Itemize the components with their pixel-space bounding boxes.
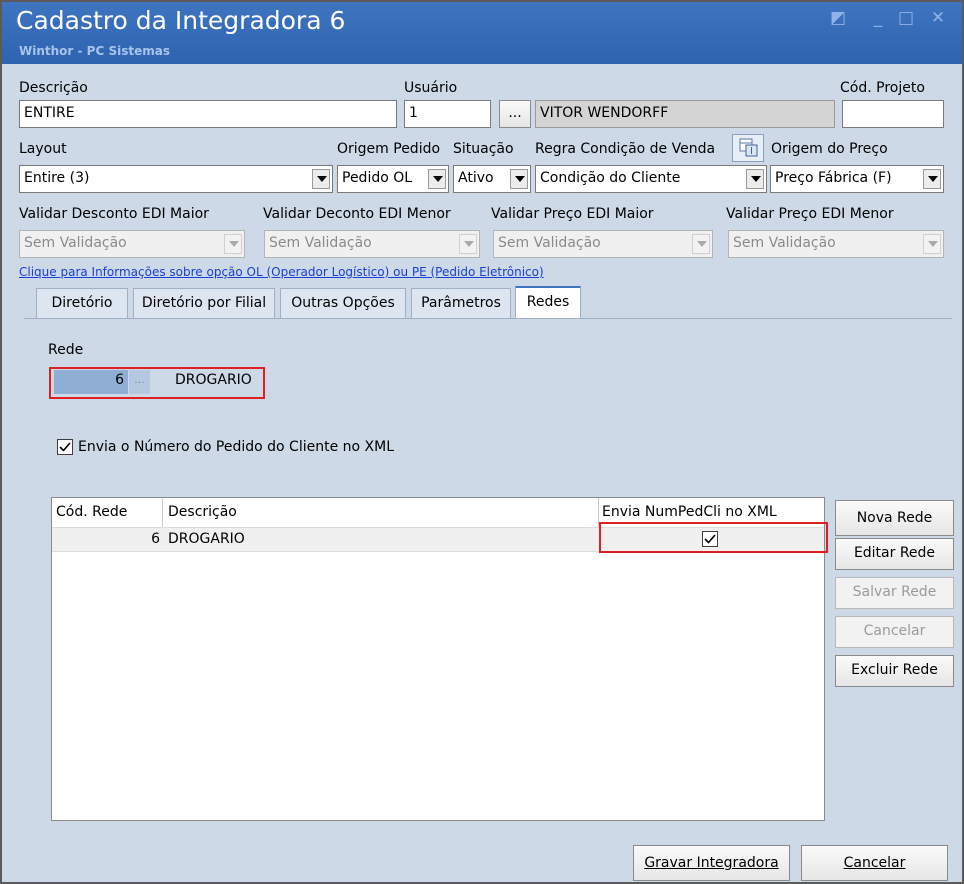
checkmark-icon bbox=[59, 442, 71, 452]
cancelar-button[interactable]: Cancelar bbox=[801, 845, 948, 881]
regra-condicao-select[interactable]: Condição do Cliente bbox=[535, 165, 767, 193]
cancelar-rede-button[interactable]: Cancelar bbox=[835, 616, 954, 648]
grid-cell-cod: 6 bbox=[151, 531, 160, 547]
chevron-down-icon[interactable] bbox=[312, 169, 330, 189]
tab-divider bbox=[24, 318, 952, 319]
chevron-down-icon[interactable] bbox=[428, 169, 446, 189]
origem-pedido-label: Origem Pedido bbox=[337, 141, 441, 157]
validar-deconto-menor-value: Sem Validação bbox=[269, 235, 372, 251]
validar-preco-menor-label: Validar Preço EDI Menor bbox=[726, 206, 894, 222]
envia-numero-checkbox[interactable] bbox=[57, 439, 73, 455]
validar-desconto-maior-value: Sem Validação bbox=[24, 235, 127, 251]
grid-cell-envia-checkbox[interactable] bbox=[702, 531, 718, 547]
layout-value: Entire (3) bbox=[24, 170, 90, 186]
nova-rede-button[interactable]: Nova Rede bbox=[835, 500, 954, 536]
descricao-label: Descrição bbox=[19, 80, 88, 96]
chevron-down-icon[interactable] bbox=[510, 169, 528, 189]
origem-preco-select[interactable]: Preço Fábrica (F) bbox=[770, 165, 944, 193]
excluir-rede-button[interactable]: Excluir Rede bbox=[835, 655, 954, 687]
regra-condicao-value: Condição do Cliente bbox=[540, 170, 681, 186]
validar-preco-maior-select: Sem Validação bbox=[493, 230, 713, 258]
origem-pedido-value: Pedido OL bbox=[342, 170, 413, 186]
tab-diretorio-por-filial[interactable]: Diretório por Filial bbox=[133, 288, 275, 318]
chevron-down-icon[interactable] bbox=[923, 169, 941, 189]
layout-select[interactable]: Entire (3) bbox=[19, 165, 333, 193]
validar-desconto-maior-select: Sem Validação bbox=[19, 230, 245, 258]
rede-code-field[interactable]: 6 bbox=[54, 370, 128, 394]
chevron-down-icon bbox=[923, 234, 941, 254]
descricao-input[interactable]: ENTIRE bbox=[19, 100, 397, 128]
window-subtitle: Winthor - PC Sistemas bbox=[19, 44, 170, 58]
validar-preco-maior-value: Sem Validação bbox=[498, 235, 601, 251]
usuario-lookup-button[interactable]: ... bbox=[499, 100, 531, 128]
tab-outras-opcoes[interactable]: Outras Opções bbox=[280, 288, 406, 318]
validar-preco-menor-select: Sem Validação bbox=[728, 230, 944, 258]
situacao-label: Situação bbox=[453, 141, 514, 157]
salvar-rede-button[interactable]: Salvar Rede bbox=[835, 577, 954, 609]
chevron-down-icon bbox=[224, 234, 242, 254]
close-icon[interactable]: ✕ bbox=[926, 8, 950, 30]
origem-preco-label: Origem do Preço bbox=[771, 141, 888, 157]
usuario-name-field: VITOR WENDORFF bbox=[535, 100, 835, 128]
rede-label: Rede bbox=[48, 342, 84, 358]
tab-diretorio[interactable]: Diretório bbox=[36, 288, 128, 318]
validar-preco-menor-value: Sem Validação bbox=[733, 235, 836, 251]
grid-header-envia[interactable]: Envia NumPedCli no XML bbox=[602, 504, 777, 520]
checkmark-icon bbox=[704, 534, 716, 544]
situacao-select[interactable]: Ativo bbox=[453, 165, 531, 193]
chevron-down-icon[interactable] bbox=[746, 169, 764, 189]
table-settings-icon bbox=[739, 138, 758, 157]
chevron-down-icon bbox=[459, 234, 477, 254]
window-title: Cadastro da Integradora 6 bbox=[16, 6, 346, 35]
regra-config-button[interactable] bbox=[732, 134, 764, 162]
grid-header-cod-rede[interactable]: Cód. Rede bbox=[56, 504, 127, 520]
envia-numero-label: Envia o Número do Pedido do Cliente no X… bbox=[78, 439, 394, 455]
validar-deconto-menor-label: Validar Deconto EDI Menor bbox=[263, 206, 451, 222]
gravar-integradora-button[interactable]: Gravar Integradora bbox=[633, 845, 790, 881]
tab-parametros[interactable]: Parâmetros bbox=[411, 288, 511, 318]
restore-icon[interactable]: ◩ bbox=[826, 8, 850, 30]
grid-cell-descricao: DROGARIO bbox=[168, 531, 245, 547]
rede-lookup-button[interactable]: ... bbox=[129, 370, 150, 394]
editar-rede-button[interactable]: Editar Rede bbox=[835, 538, 954, 570]
regra-condicao-label: Regra Condição de Venda bbox=[535, 141, 716, 157]
validar-desconto-maior-label: Validar Desconto EDI Maior bbox=[19, 206, 209, 222]
info-ol-pe-link[interactable]: Clique para Informações sobre opção OL (… bbox=[19, 265, 544, 279]
origem-pedido-select[interactable]: Pedido OL bbox=[337, 165, 449, 193]
origem-preco-value: Preço Fábrica (F) bbox=[775, 170, 892, 186]
usuario-code-input[interactable]: 1 bbox=[404, 100, 491, 128]
minimize-icon[interactable]: _ bbox=[866, 8, 890, 30]
usuario-label: Usuário bbox=[404, 80, 458, 96]
maximize-icon[interactable]: □ bbox=[894, 8, 918, 30]
situacao-value: Ativo bbox=[458, 170, 494, 186]
chevron-down-icon bbox=[692, 234, 710, 254]
grid-header-descricao[interactable]: Descrição bbox=[168, 504, 237, 520]
cancelar-label: Cancelar bbox=[843, 855, 906, 871]
tab-redes[interactable]: Redes bbox=[515, 286, 581, 319]
cod-projeto-label: Cód. Projeto bbox=[840, 80, 925, 96]
validar-preco-maior-label: Validar Preço EDI Maior bbox=[491, 206, 654, 222]
validar-deconto-menor-select: Sem Validação bbox=[264, 230, 480, 258]
cod-projeto-input[interactable] bbox=[842, 100, 944, 128]
rede-name: DROGARIO bbox=[175, 372, 252, 388]
gravar-integradora-label: Gravar Integradora bbox=[644, 855, 779, 871]
layout-label: Layout bbox=[19, 141, 67, 157]
